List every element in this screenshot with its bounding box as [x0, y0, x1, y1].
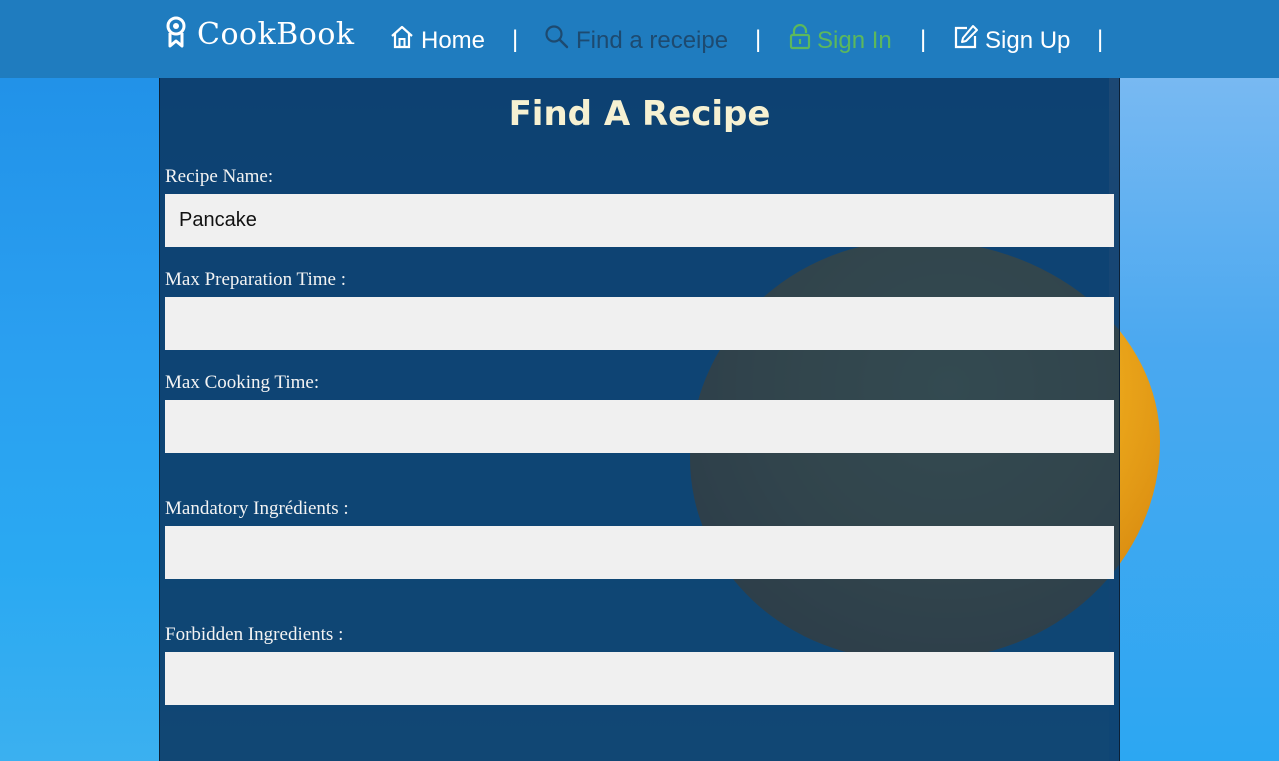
lock-icon: [789, 23, 811, 57]
nav-separator: |: [1097, 26, 1104, 53]
mandatory-ingredients-input[interactable]: [165, 526, 1114, 579]
nav-find-recipe-label: Find a receipe: [576, 26, 729, 54]
recipe-name-input[interactable]: [165, 194, 1114, 247]
nav-home-label: Home: [421, 26, 486, 54]
nav-sign-up-label: Sign Up: [985, 26, 1071, 54]
nav-separator: |: [755, 26, 762, 53]
recipe-name-label: Recipe Name:: [165, 166, 274, 187]
nav-sign-in-link[interactable]: Sign In: [789, 23, 892, 57]
nav-separator: |: [512, 26, 519, 53]
find-recipe-panel: Find A Recipe Recipe Name: Max Preparati…: [159, 78, 1120, 761]
home-icon: [389, 24, 415, 57]
forbidden-ingredients-label: Forbidden Ingredients :: [165, 624, 344, 645]
mandatory-ingredients-label: Mandatory Ingrédients :: [165, 498, 349, 519]
forbidden-ingredients-input[interactable]: [165, 652, 1114, 705]
nav-sign-in-label: Sign In: [817, 26, 892, 54]
search-icon: [544, 24, 570, 57]
top-navbar: CookBook Home | Find a receipe | Sign In…: [0, 0, 1279, 78]
nav-find-recipe-link[interactable]: Find a receipe: [544, 24, 728, 57]
nav-sign-up-link[interactable]: Sign Up: [953, 24, 1070, 57]
edit-icon: [953, 24, 979, 57]
nav-home-link[interactable]: Home: [389, 24, 485, 57]
max-cooking-time-label: Max Cooking Time:: [165, 372, 320, 393]
max-cooking-time-input[interactable]: [165, 400, 1114, 453]
page-title: Find A Recipe: [508, 94, 771, 134]
brand-logo[interactable]: CookBook: [165, 16, 355, 53]
award-ribbon-icon: [165, 16, 187, 53]
max-preparation-time-label: Max Preparation Time :: [165, 269, 347, 290]
max-preparation-time-input[interactable]: [165, 297, 1114, 350]
nav-separator: |: [920, 26, 927, 53]
brand-name: CookBook: [197, 17, 355, 52]
